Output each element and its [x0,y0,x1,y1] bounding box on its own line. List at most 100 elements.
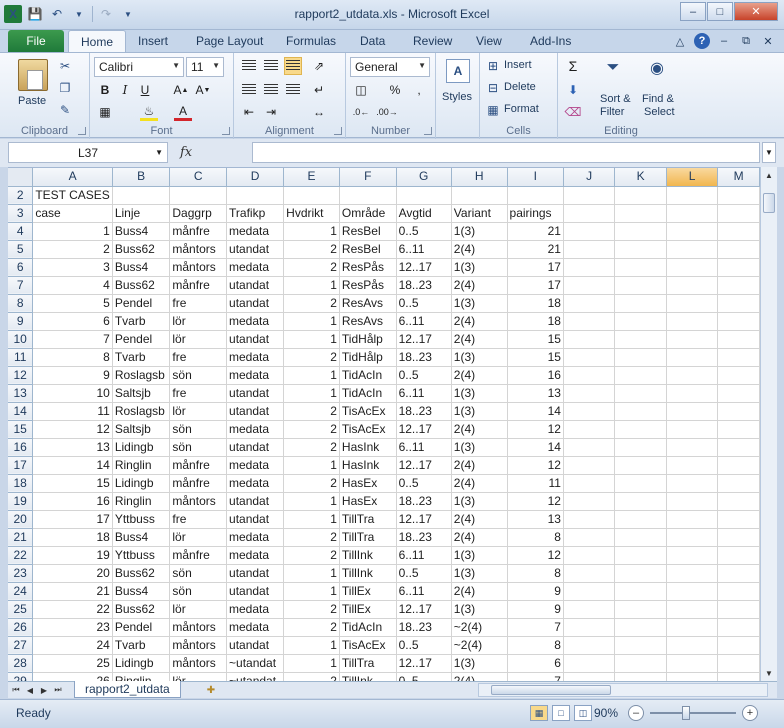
column-header[interactable]: D [226,168,285,187]
cell[interactable]: 16 [32,492,113,511]
cell[interactable]: 1(3) [451,492,508,511]
styles-icon[interactable]: A [446,59,470,83]
cell[interactable]: 8 [507,636,564,655]
align-left-icon[interactable] [240,81,258,99]
number-format-select[interactable]: General ▼ [350,57,430,77]
cell[interactable]: 1(3) [451,294,508,313]
cell[interactable]: TillInk [339,546,397,565]
font-name-select[interactable]: Calibri ▼ [94,57,184,77]
tab-home[interactable]: Home [68,30,127,52]
cell[interactable]: 18 [507,294,564,313]
cell[interactable]: 3 [32,258,113,277]
cell[interactable]: 12 [507,456,564,475]
cell[interactable]: 12..17 [396,654,452,673]
row-header[interactable]: 2 [8,186,34,205]
cell[interactable]: utandat [226,276,285,295]
cell[interactable]: måntors [169,258,228,277]
cell[interactable] [717,582,760,601]
cell[interactable] [563,186,616,205]
formula-input[interactable] [252,142,760,163]
page-layout-view-icon[interactable]: □ [552,705,570,721]
cell[interactable]: ResAvs [339,312,397,331]
cell[interactable]: TisAcEx [339,636,397,655]
cell[interactable] [563,420,616,439]
cell[interactable]: Pendel [112,294,171,313]
column-header[interactable]: E [283,168,340,187]
cell[interactable] [717,546,760,565]
row-header[interactable]: 3 [8,204,34,223]
cell[interactable] [666,420,719,439]
row-header[interactable]: 8 [8,294,34,313]
cell[interactable]: Avgtid [396,204,452,223]
cell[interactable] [563,294,616,313]
cell[interactable] [666,276,719,295]
cell[interactable]: Saltsjb [112,420,171,439]
cell[interactable] [666,582,719,601]
prev-sheet-icon[interactable]: ◀ [24,683,36,697]
tab-addins[interactable]: Add-Ins [530,30,571,52]
fill-icon[interactable]: ⬇ [564,81,582,99]
cell[interactable]: utandat [226,240,285,259]
cell[interactable]: 9 [507,600,564,619]
cell[interactable]: sön [169,420,228,439]
cell[interactable]: ~utandat [226,672,285,681]
cell[interactable]: 18 [32,528,113,547]
cell[interactable]: Tvarb [112,636,171,655]
cell[interactable] [563,492,616,511]
cell[interactable]: ~2(4) [451,618,508,637]
cell[interactable]: 8 [32,348,113,367]
cell[interactable]: 15 [507,330,564,349]
cell[interactable] [666,384,719,403]
cell[interactable]: 18..23 [396,348,452,367]
cell[interactable]: Buss4 [112,528,171,547]
fill-color-icon[interactable]: ♨ [140,103,158,121]
row-header[interactable]: 20 [8,510,34,529]
cell[interactable] [614,672,667,681]
row-header[interactable]: 7 [8,276,34,295]
zoom-level[interactable]: 90% [594,706,618,720]
cell[interactable]: 1(3) [451,654,508,673]
cell[interactable]: HasEx [339,492,397,511]
shrink-font-icon[interactable]: A ▼ [194,81,212,99]
decrease-indent-icon[interactable]: ⇤ [240,103,258,121]
cell[interactable]: 6..11 [396,384,452,403]
cell[interactable]: TidAcIn [339,384,397,403]
cell[interactable]: medata [226,366,285,385]
workbook-restore-icon[interactable]: ⧉ [738,33,754,49]
cell[interactable] [614,312,667,331]
format-cells-label[interactable]: Format [504,103,539,115]
cell[interactable] [563,348,616,367]
wrap-text-icon[interactable]: ↵ [310,81,328,99]
cell[interactable] [666,204,719,223]
cell[interactable]: 2(4) [451,420,508,439]
tab-file[interactable]: File [8,30,64,52]
cell[interactable] [614,600,667,619]
row-header[interactable]: 13 [8,384,34,403]
cell[interactable]: 2 [283,420,340,439]
align-middle-icon[interactable] [262,57,280,75]
cell[interactable]: 2 [283,258,340,277]
row-header[interactable]: 28 [8,654,34,673]
cell[interactable] [666,492,719,511]
cell[interactable] [283,186,340,205]
format-painter-icon[interactable]: ✎ [58,103,72,117]
cell[interactable]: Daggrp [169,204,228,223]
row-header[interactable]: 14 [8,402,34,421]
cell[interactable]: TillEx [339,600,397,619]
cell[interactable]: Buss62 [112,276,171,295]
row-header[interactable]: 22 [8,546,34,565]
cell[interactable] [717,240,760,259]
cell[interactable] [339,186,397,205]
cell[interactable]: måntors [169,636,228,655]
align-right-icon[interactable] [284,81,302,99]
cell[interactable]: 1(3) [451,564,508,583]
cell[interactable]: medata [226,474,285,493]
cell[interactable] [563,600,616,619]
cell[interactable]: Ringlin [112,672,171,681]
cell[interactable]: utandat [226,294,285,313]
cell[interactable]: TidAcIn [339,618,397,637]
cell[interactable] [666,474,719,493]
cell[interactable] [666,366,719,385]
tab-insert[interactable]: Insert [138,30,168,52]
cell[interactable]: medata [226,420,285,439]
